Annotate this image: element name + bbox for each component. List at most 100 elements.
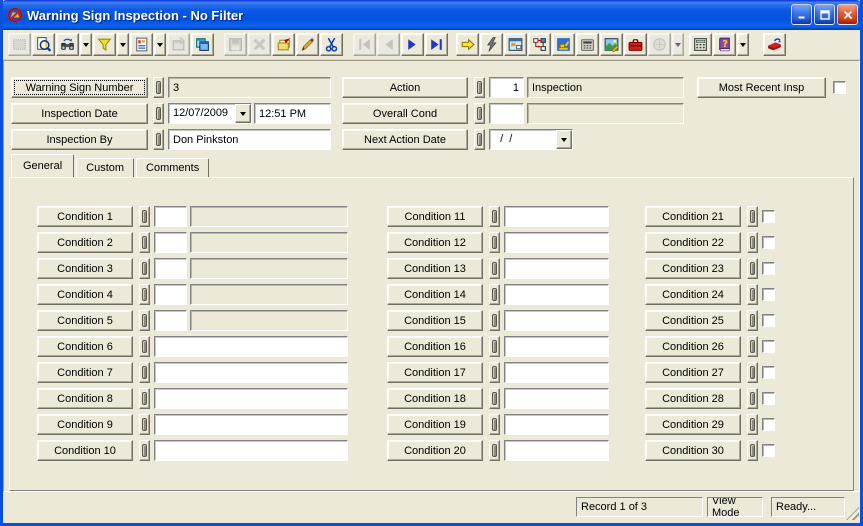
- condition-8-input[interactable]: [154, 388, 348, 409]
- condition-16-button[interactable]: Condition 16: [387, 336, 483, 357]
- condition-17-button[interactable]: Condition 17: [387, 362, 483, 383]
- equipment-button[interactable]: [552, 33, 575, 56]
- find-button[interactable]: [56, 33, 79, 56]
- condition-1-code-input[interactable]: [154, 206, 187, 227]
- condition-25-button[interactable]: Condition 25: [645, 310, 741, 331]
- action-code-input[interactable]: [489, 77, 524, 98]
- condition-3-button[interactable]: Condition 3: [37, 258, 133, 279]
- condition-6-button[interactable]: Condition 6: [37, 336, 133, 357]
- condition-2-button[interactable]: Condition 2: [37, 232, 133, 253]
- condition-27-checkbox[interactable]: [762, 366, 775, 379]
- action-button[interactable]: Action: [342, 77, 468, 98]
- condition-21-button[interactable]: Condition 21: [645, 206, 741, 227]
- condition-2-code-input[interactable]: [154, 232, 187, 253]
- condition-23-checkbox[interactable]: [762, 262, 775, 275]
- condition-15-input[interactable]: [504, 310, 609, 331]
- condition-29-checkbox[interactable]: [762, 418, 775, 431]
- condition-12-input[interactable]: [504, 232, 609, 253]
- condition-9-input[interactable]: [154, 414, 348, 435]
- close-button[interactable]: [837, 4, 858, 25]
- last-record-button[interactable]: [425, 33, 448, 56]
- tab-comments[interactable]: Comments: [136, 158, 209, 177]
- condition-6-input[interactable]: [154, 336, 348, 357]
- condition-23-button[interactable]: Condition 23: [645, 258, 741, 279]
- filter-dropdown[interactable]: [117, 33, 129, 56]
- condition-24-checkbox[interactable]: [762, 288, 775, 301]
- next-record-button[interactable]: [401, 33, 424, 56]
- condition-21-checkbox[interactable]: [762, 210, 775, 223]
- condition-20-input[interactable]: [504, 440, 609, 461]
- next-action-date-button[interactable]: Next Action Date: [342, 129, 468, 150]
- layout-view-button[interactable]: [504, 33, 527, 56]
- cut-button[interactable]: [320, 33, 343, 56]
- related-records-button[interactable]: [191, 33, 214, 56]
- condition-18-button[interactable]: Condition 18: [387, 388, 483, 409]
- most-recent-insp-button[interactable]: Most Recent Insp: [697, 77, 826, 98]
- exit-button[interactable]: [763, 33, 786, 56]
- condition-18-input[interactable]: [504, 388, 609, 409]
- condition-5-button[interactable]: Condition 5: [37, 310, 133, 331]
- condition-22-checkbox[interactable]: [762, 236, 775, 249]
- condition-11-button[interactable]: Condition 11: [387, 206, 483, 227]
- condition-1-button[interactable]: Condition 1: [37, 206, 133, 227]
- reports-dropdown[interactable]: [154, 33, 166, 56]
- condition-28-button[interactable]: Condition 28: [645, 388, 741, 409]
- condition-14-input[interactable]: [504, 284, 609, 305]
- condition-26-checkbox[interactable]: [762, 340, 775, 353]
- overall-cond-code-input[interactable]: [489, 103, 524, 124]
- print-preview-button[interactable]: [32, 33, 55, 56]
- inspection-by-button[interactable]: Inspection By: [11, 129, 148, 150]
- condition-26-button[interactable]: Condition 26: [645, 336, 741, 357]
- condition-13-button[interactable]: Condition 13: [387, 258, 483, 279]
- condition-30-checkbox[interactable]: [762, 444, 775, 457]
- reports-button[interactable]: [130, 33, 153, 56]
- condition-11-input[interactable]: [504, 206, 609, 227]
- inspection-date-combo[interactable]: 12/07/2009: [168, 103, 252, 124]
- next-action-date-dropdown[interactable]: [556, 130, 572, 149]
- calculator-button[interactable]: [689, 33, 712, 56]
- help-dropdown[interactable]: [737, 33, 749, 56]
- condition-16-input[interactable]: [504, 336, 609, 357]
- condition-4-code-input[interactable]: [154, 284, 187, 305]
- condition-24-button[interactable]: Condition 24: [645, 284, 741, 305]
- condition-5-code-input[interactable]: [154, 310, 187, 331]
- condition-3-code-input[interactable]: [154, 258, 187, 279]
- condition-7-input[interactable]: [154, 362, 348, 383]
- condition-9-button[interactable]: Condition 9: [37, 414, 133, 435]
- resize-grip[interactable]: [846, 507, 859, 520]
- inspection-by-input[interactable]: [168, 129, 331, 150]
- condition-22-button[interactable]: Condition 22: [645, 232, 741, 253]
- relationships-button[interactable]: [528, 33, 551, 56]
- condition-30-button[interactable]: Condition 30: [645, 440, 741, 461]
- image-editor-button[interactable]: [600, 33, 623, 56]
- condition-7-button[interactable]: Condition 7: [37, 362, 133, 383]
- condition-19-input[interactable]: [504, 414, 609, 435]
- filter-button[interactable]: [93, 33, 116, 56]
- go-to-button[interactable]: [456, 33, 479, 56]
- condition-10-button[interactable]: Condition 10: [37, 440, 133, 461]
- maximize-button[interactable]: [814, 4, 835, 25]
- condition-17-input[interactable]: [504, 362, 609, 383]
- most-recent-insp-checkbox[interactable]: [833, 81, 846, 94]
- condition-20-button[interactable]: Condition 20: [387, 440, 483, 461]
- condition-28-checkbox[interactable]: [762, 392, 775, 405]
- condition-15-button[interactable]: Condition 15: [387, 310, 483, 331]
- condition-27-button[interactable]: Condition 27: [645, 362, 741, 383]
- execute-button[interactable]: [480, 33, 503, 56]
- condition-13-input[interactable]: [504, 258, 609, 279]
- condition-19-button[interactable]: Condition 19: [387, 414, 483, 435]
- minimize-button[interactable]: [791, 4, 812, 25]
- warning-sign-number-button[interactable]: Warning Sign Number: [11, 77, 148, 98]
- toolkit-button[interactable]: [624, 33, 647, 56]
- condition-14-button[interactable]: Condition 14: [387, 284, 483, 305]
- condition-29-button[interactable]: Condition 29: [645, 414, 741, 435]
- next-action-date-combo[interactable]: / /: [489, 129, 573, 150]
- contact-log-button[interactable]: [576, 33, 599, 56]
- condition-4-button[interactable]: Condition 4: [37, 284, 133, 305]
- find-dropdown[interactable]: [80, 33, 92, 56]
- tab-general[interactable]: General: [11, 154, 74, 177]
- condition-25-checkbox[interactable]: [762, 314, 775, 327]
- insert-record-button[interactable]: [272, 33, 295, 56]
- condition-12-button[interactable]: Condition 12: [387, 232, 483, 253]
- overall-cond-button[interactable]: Overall Cond: [342, 103, 468, 124]
